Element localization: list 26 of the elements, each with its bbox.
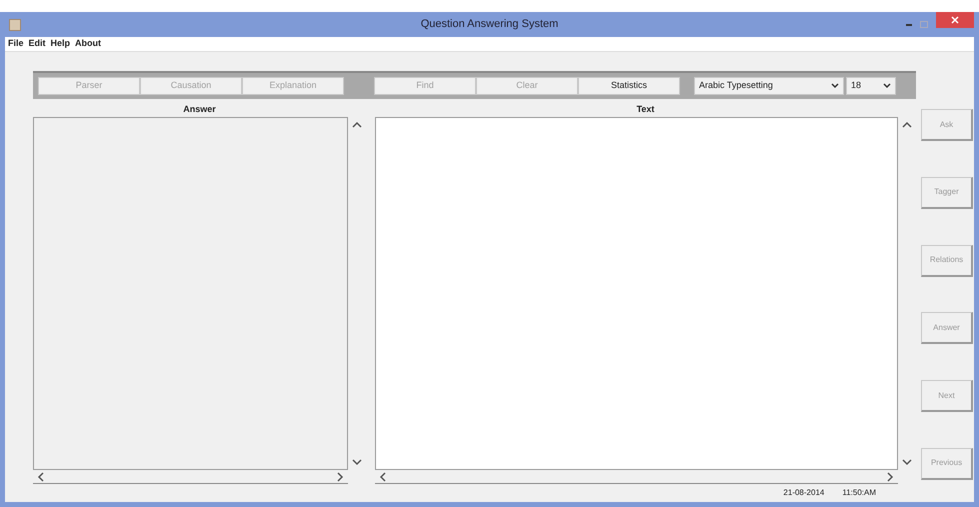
scroll-right-icon[interactable] — [336, 472, 344, 482]
status-time: 11:50:AM — [842, 487, 876, 499]
menu-item[interactable]: Edit — [28, 37, 46, 51]
menu-item[interactable]: Help — [50, 37, 70, 51]
close-button[interactable] — [936, 12, 974, 28]
dropdown-caret-icon — [883, 83, 891, 89]
window-title: Question Answering System — [420, 17, 558, 32]
menu-item[interactable]: About — [75, 37, 102, 51]
text-label: Text — [636, 103, 656, 116]
scroll-right-icon[interactable] — [886, 472, 894, 482]
dropdown-caret-icon — [831, 83, 839, 89]
scroll-down-icon[interactable] — [902, 458, 912, 466]
minimize-button[interactable] — [906, 24, 912, 26]
menu-item[interactable]: File — [8, 37, 24, 51]
close-icon — [951, 16, 959, 24]
scroll-left-icon[interactable] — [379, 472, 387, 482]
scroll-down-icon[interactable] — [352, 458, 362, 466]
toolbar-button[interactable]: Statistics — [578, 77, 680, 95]
scroll-left-icon[interactable] — [37, 472, 45, 482]
font-dropdown[interactable]: Arabic Typesetting — [694, 77, 844, 95]
scroll-up-icon[interactable] — [902, 121, 912, 129]
scroll-up-icon[interactable] — [352, 121, 362, 129]
size-dropdown[interactable]: 18 — [846, 77, 896, 95]
answer-label: Answer — [182, 103, 217, 116]
app-icon — [9, 18, 21, 30]
status-date: 21-08-2014 — [783, 487, 824, 499]
